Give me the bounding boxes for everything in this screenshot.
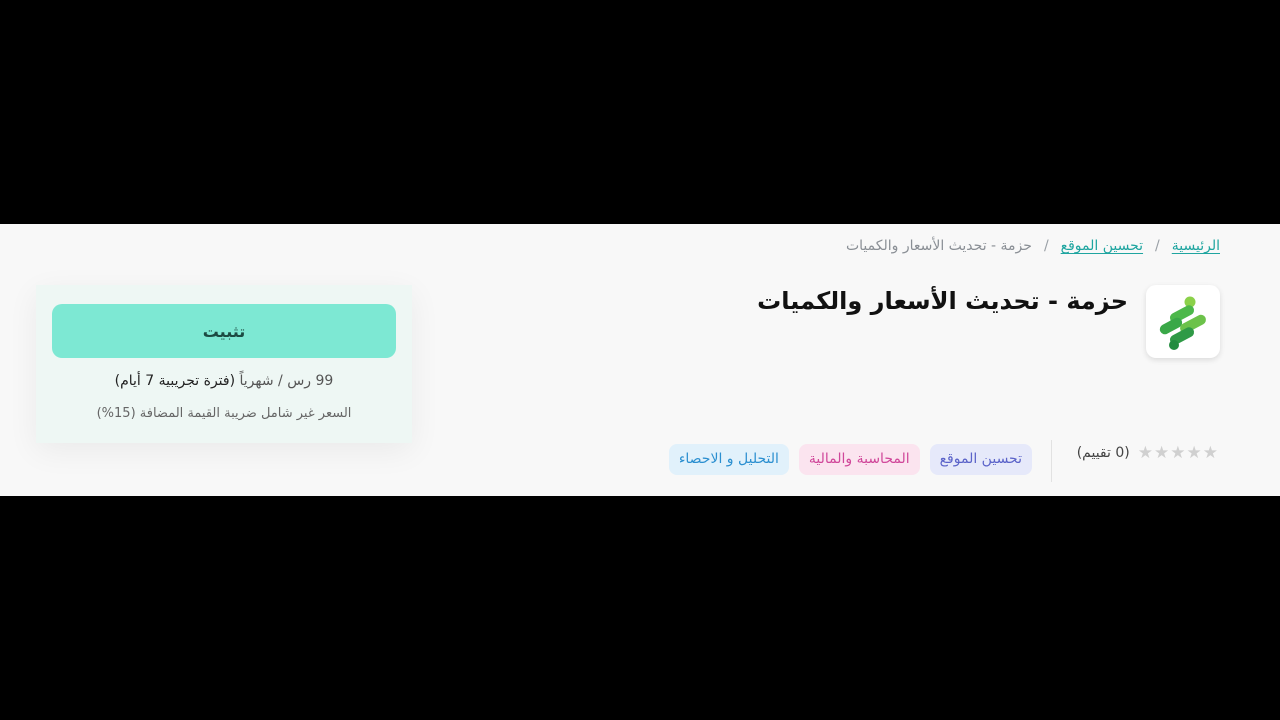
star-icon: ★ [1137,443,1153,463]
vat-note: السعر غير شامل ضريبة القيمة المضافة (15%… [96,406,352,421]
app-page: الرئيسية / تحسين الموقع / حزمة - تحديث ا… [0,224,1280,496]
breadcrumb-category-link[interactable]: تحسين الموقع [1061,236,1143,256]
breadcrumb: الرئيسية / تحسين الموقع / حزمة - تحديث ا… [846,236,1220,256]
star-icon: ★ [1186,443,1202,463]
price-line: 99 رس / شهرياً (فترة تجريبية 7 أيام) [36,371,412,391]
purchase-panel: تثبيت 99 رس / شهرياً (فترة تجريبية 7 أيا… [36,285,412,443]
tag-analytics-statistics[interactable]: التحليل و الاحصاء [668,444,789,475]
rating-stars: ★ ★ ★ ★ ★ [1138,443,1218,463]
breadcrumb-separator: / [1043,238,1049,254]
tag-website-optimization[interactable]: تحسين الموقع [929,444,1032,475]
breadcrumb-separator: / [1155,238,1160,254]
star-icon: ★ [1154,443,1170,463]
app-logo [1146,285,1220,358]
trial-label: (فترة تجريبية 7 أيام) [114,373,236,389]
star-icon: ★ [1202,443,1218,463]
star-icon: ★ [1170,443,1186,463]
rating: ★ ★ ★ ★ ★ (0 تقييم) [1077,443,1218,463]
app-title: حزمة - تحديث الأسعار والكميات [757,287,1128,315]
category-tags: تحسين الموقع المحاسبة والمالية التحليل و… [668,444,1032,475]
divider [1051,440,1052,482]
install-button[interactable]: تثبيت [52,304,396,358]
price-amount: 99 رس / شهرياً [239,373,334,389]
tag-accounting-finance[interactable]: المحاسبة والمالية [798,444,920,475]
breadcrumb-home-link[interactable]: الرئيسية [1172,236,1220,256]
app-logo-icon [1159,296,1206,350]
rating-count: (0 تقييم) [1076,445,1130,461]
breadcrumb-current: حزمة - تحديث الأسعار والكميات [845,238,1032,254]
